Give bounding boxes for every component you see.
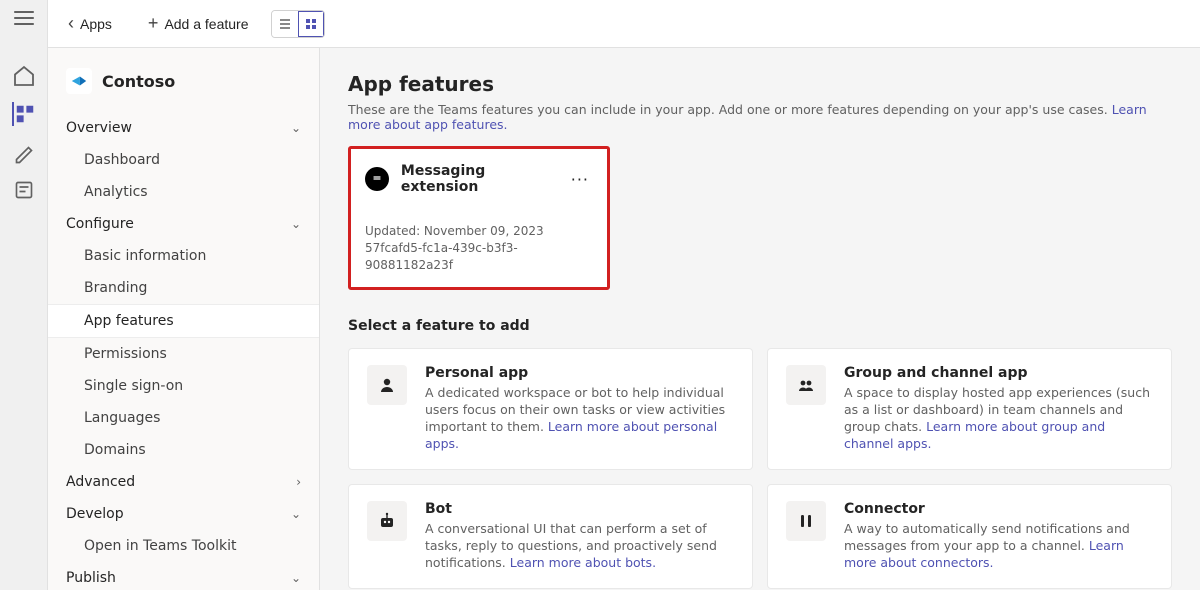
chevron-down-icon: ⌄ xyxy=(291,121,301,135)
add-feature-button[interactable]: Add a feature xyxy=(144,12,253,36)
people-icon xyxy=(786,365,826,405)
back-label: Apps xyxy=(80,16,112,32)
view-toggle xyxy=(271,10,325,38)
form-icon[interactable] xyxy=(12,178,36,202)
list-view-button[interactable] xyxy=(272,11,298,37)
existing-feature-updated: Updated: November 09, 2023 xyxy=(365,223,593,240)
feature-tile-connector[interactable]: Connector A way to automatically send not… xyxy=(767,484,1172,589)
plug-icon xyxy=(786,501,826,541)
nav-item-branding[interactable]: Branding xyxy=(48,272,319,304)
org-logo-icon xyxy=(66,68,92,94)
nav-section-advanced[interactable]: Advanced › xyxy=(48,466,319,498)
apps-icon[interactable] xyxy=(12,102,36,126)
nav-item-open-in-teams-toolkit[interactable]: Open in Teams Toolkit xyxy=(48,530,319,562)
bot-icon xyxy=(367,501,407,541)
person-icon xyxy=(367,365,407,405)
feature-tile-title: Personal app xyxy=(425,365,734,381)
feature-tile-link[interactable]: Learn more about personal apps. xyxy=(425,419,717,451)
feature-tile-link[interactable]: Learn more about group and channel apps. xyxy=(844,419,1105,451)
feature-tile-group-and-channel-app[interactable]: Group and channel app A space to display … xyxy=(767,348,1172,470)
feature-tile-link[interactable]: Learn more about connectors. xyxy=(844,538,1124,570)
chevron-left-icon xyxy=(68,16,74,32)
nav-section-label: Publish xyxy=(66,570,116,586)
nav-item-basic-information[interactable]: Basic information xyxy=(48,240,319,272)
feature-tile-title: Bot xyxy=(425,501,734,517)
edit-icon[interactable] xyxy=(12,140,36,164)
feature-tile-personal-app[interactable]: Personal app A dedicated workspace or bot… xyxy=(348,348,753,470)
page-subtitle-text: These are the Teams features you can inc… xyxy=(348,102,1108,117)
feature-tile-bot[interactable]: Bot A conversational UI that can perform … xyxy=(348,484,753,589)
feature-tile-desc: A space to display hosted app experience… xyxy=(844,385,1153,453)
nav-section-overview[interactable]: Overview ⌄ xyxy=(48,112,319,144)
hamburger-icon[interactable] xyxy=(12,6,36,30)
home-icon[interactable] xyxy=(12,64,36,88)
messaging-extension-icon xyxy=(365,167,389,191)
existing-feature-title: Messaging extension xyxy=(401,163,567,195)
nav-item-app-features[interactable]: App features xyxy=(48,304,319,338)
feature-tile-title: Connector xyxy=(844,501,1153,517)
feature-tile-desc: A conversational UI that can perform a s… xyxy=(425,521,734,572)
toolbar: Apps Add a feature xyxy=(48,0,1200,48)
nav-item-permissions[interactable]: Permissions xyxy=(48,338,319,370)
nav-section-configure[interactable]: Configure ⌄ xyxy=(48,208,319,240)
nav-section-label: Advanced xyxy=(66,474,135,490)
org-header[interactable]: Contoso xyxy=(48,62,319,112)
select-feature-heading: Select a feature to add xyxy=(348,318,1172,334)
feature-grid: Personal app A dedicated workspace or bot… xyxy=(348,348,1172,590)
chevron-down-icon: ⌄ xyxy=(291,571,301,585)
sidebar: Contoso Overview⌄DashboardAnalyticsConfi… xyxy=(48,48,320,590)
nav-section-publish[interactable]: Publish ⌄ xyxy=(48,562,319,590)
grid-view-button[interactable] xyxy=(298,11,324,37)
nav-section-label: Develop xyxy=(66,506,124,522)
nav-item-single-sign-on[interactable]: Single sign-on xyxy=(48,370,319,402)
back-button[interactable]: Apps xyxy=(64,12,116,36)
existing-feature-card[interactable]: Messaging extension ··· Updated: Novembe… xyxy=(348,146,610,290)
main-content: App features These are the Teams feature… xyxy=(320,48,1200,590)
nav-item-dashboard[interactable]: Dashboard xyxy=(48,144,319,176)
feature-tile-title: Group and channel app xyxy=(844,365,1153,381)
nav-item-domains[interactable]: Domains xyxy=(48,434,319,466)
existing-feature-id: 57fcafd5-fc1a-439c-b3f3-90881182a23f xyxy=(365,240,593,274)
page-title: App features xyxy=(348,72,1172,96)
page-subtitle: These are the Teams features you can inc… xyxy=(348,102,1172,132)
org-name: Contoso xyxy=(102,72,175,91)
more-options-button[interactable]: ··· xyxy=(567,170,593,189)
chevron-down-icon: ⌄ xyxy=(291,217,301,231)
page: Apps Add a feature Contoso Overview ⌄ Dash… xyxy=(48,0,1200,590)
add-feature-label: Add a feature xyxy=(164,16,248,32)
nav-section-label: Configure xyxy=(66,216,134,232)
feature-tile-link[interactable]: Learn more about bots. xyxy=(510,555,656,570)
plus-icon xyxy=(148,16,159,32)
left-rail xyxy=(0,0,48,590)
nav-item-languages[interactable]: Languages xyxy=(48,402,319,434)
chevron-down-icon: › xyxy=(296,475,301,489)
feature-tile-desc: A way to automatically send notification… xyxy=(844,521,1153,572)
nav-section-develop[interactable]: Develop ⌄ xyxy=(48,498,319,530)
chevron-down-icon: ⌄ xyxy=(291,507,301,521)
feature-tile-desc: A dedicated workspace or bot to help ind… xyxy=(425,385,734,453)
nav-item-analytics[interactable]: Analytics xyxy=(48,176,319,208)
nav-section-label: Overview xyxy=(66,120,132,136)
